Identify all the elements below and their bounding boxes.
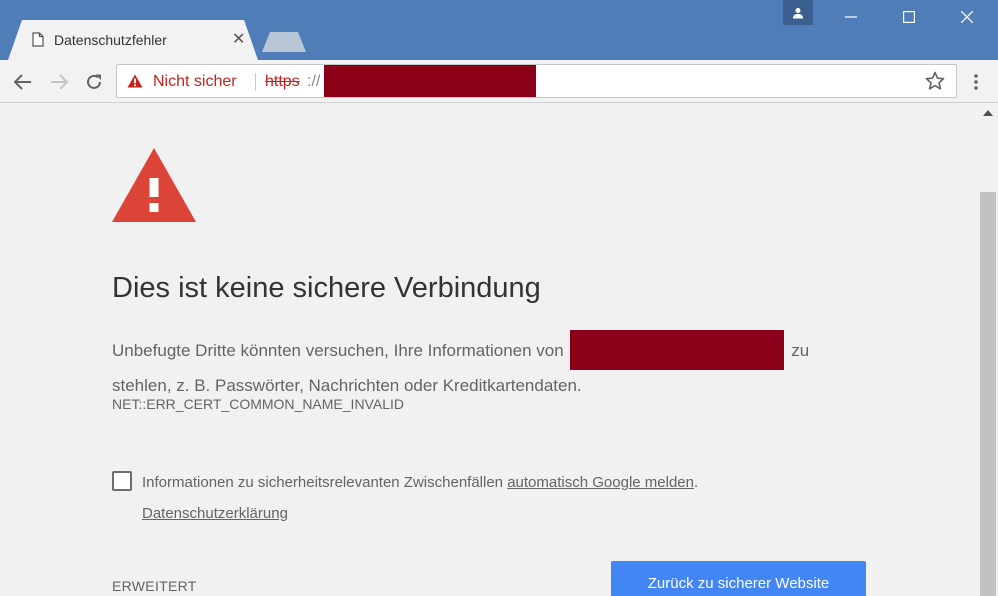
close-icon: [961, 11, 973, 23]
report-label-text: Informationen zu sicherheitsrelevanten Z…: [142, 474, 504, 491]
report-checkbox-label: Informationen zu sicherheitsrelevanten Z…: [142, 474, 698, 491]
maximize-button[interactable]: [880, 0, 938, 34]
explanation-end: stehlen, z. B. Passwörter, Nachrichten o…: [112, 376, 582, 395]
explanation-mid: zu: [791, 341, 810, 360]
tab-privacy-error[interactable]: Datenschutzfehler ✕: [8, 20, 258, 60]
page-icon: [32, 32, 44, 47]
report-label-period: .: [693, 474, 699, 491]
security-status-label[interactable]: Nicht sicher: [153, 73, 237, 91]
explanation-text: Unbefugte Dritte könnten versuchen, Ihre…: [112, 330, 872, 402]
toolbar: Nicht sicher https ://: [0, 60, 998, 103]
scroll-up-arrow-icon[interactable]: [983, 110, 993, 116]
warning-icon: [127, 74, 143, 88]
tab-title: Datenschutzfehler: [54, 32, 167, 48]
privacy-policy-link[interactable]: Datenschutzerklärung: [142, 505, 288, 522]
profile-button[interactable]: [783, 0, 813, 25]
forward-button[interactable]: [46, 69, 72, 95]
chrome-menu-button[interactable]: [966, 69, 986, 95]
report-checkbox[interactable]: [112, 471, 132, 491]
redacted-url: [324, 65, 536, 97]
arrow-right-icon: [51, 74, 68, 90]
maximize-icon: [903, 11, 915, 23]
url-scheme: https: [265, 73, 300, 90]
more-vert-icon: [974, 74, 978, 90]
tab-close-icon[interactable]: ✕: [232, 29, 245, 49]
minimize-icon: [845, 16, 857, 18]
address-bar[interactable]: Nicht sicher https ://: [116, 64, 957, 98]
minimize-button[interactable]: [822, 0, 880, 34]
interstitial-page: Dies ist keine sichere Verbindung Unbefu…: [0, 104, 978, 596]
warning-triangle-icon: [112, 148, 196, 222]
reload-button[interactable]: [81, 69, 107, 95]
redacted-domain: [570, 330, 785, 370]
advanced-button[interactable]: ERWEITERT: [112, 578, 197, 594]
back-to-safety-button[interactable]: Zurück zu sicherer Website: [611, 561, 866, 596]
close-window-button[interactable]: [938, 0, 996, 34]
new-tab-button[interactable]: [262, 32, 306, 52]
report-google-link[interactable]: automatisch Google melden: [507, 474, 694, 491]
scrollbar[interactable]: [978, 104, 998, 596]
reload-icon: [87, 74, 101, 89]
scrollbar-thumb[interactable]: [980, 192, 996, 596]
arrow-left-icon: [14, 74, 31, 90]
person-icon: [793, 7, 803, 18]
url-separator: ://: [307, 73, 321, 90]
omnibox-divider: [255, 73, 256, 91]
page-heading: Dies ist keine sichere Verbindung: [112, 272, 541, 304]
bookmark-star-icon[interactable]: [925, 71, 945, 91]
explanation-start: Unbefugte Dritte könnten versuchen, Ihre…: [112, 341, 564, 360]
back-button[interactable]: [10, 69, 36, 95]
title-bar: Datenschutzfehler ✕: [0, 0, 998, 60]
error-code: NET::ERR_CERT_COMMON_NAME_INVALID: [112, 396, 404, 412]
